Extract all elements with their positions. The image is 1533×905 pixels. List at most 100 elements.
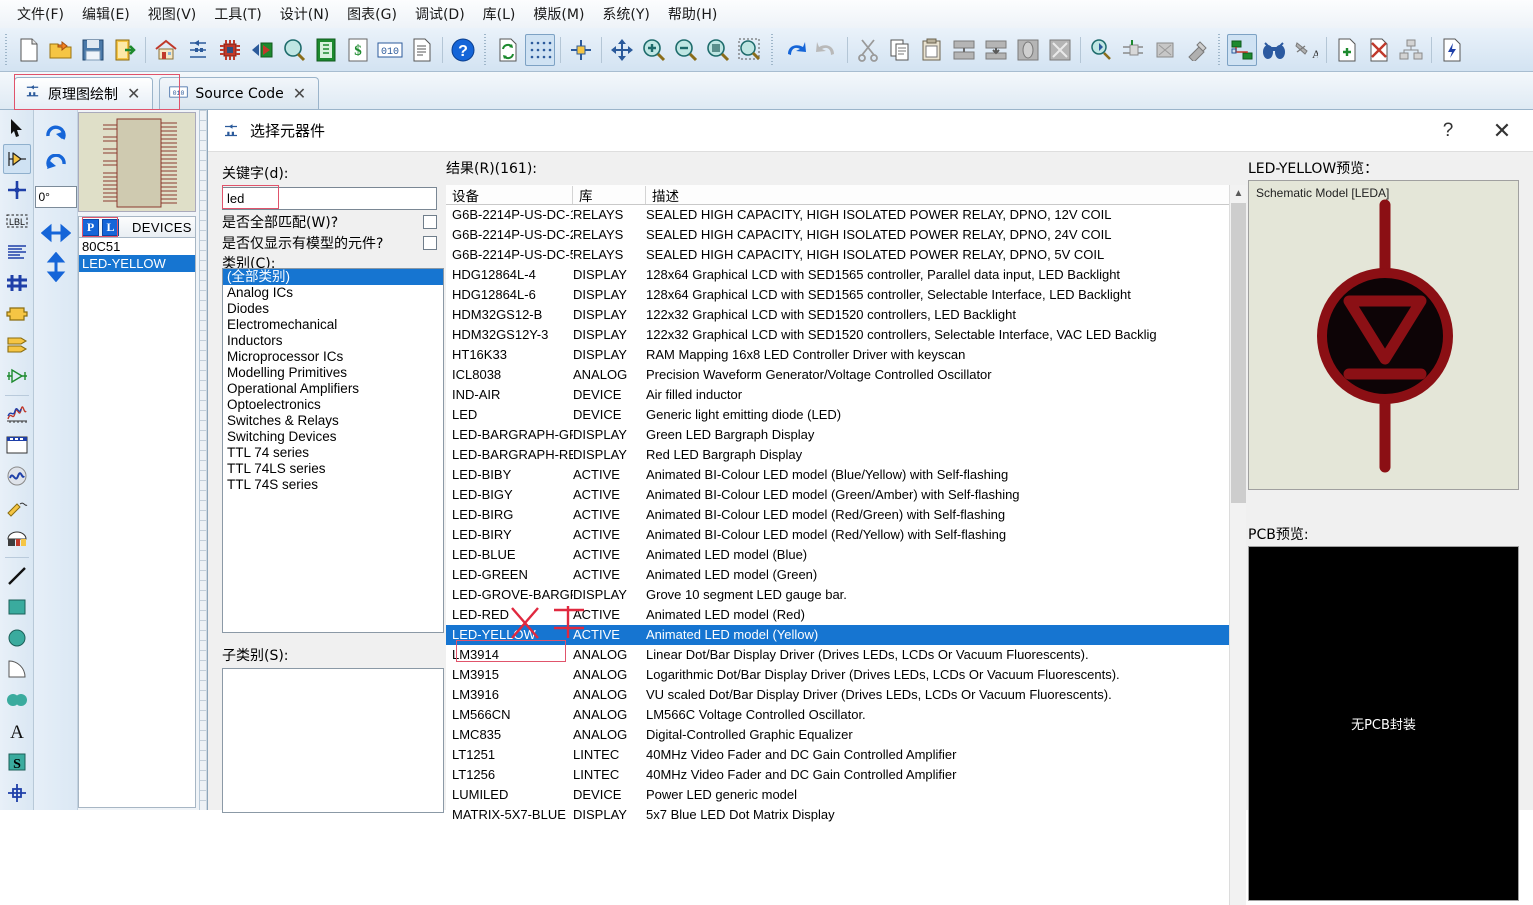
category-item[interactable]: TTL 74LS series	[223, 461, 443, 477]
table-row[interactable]: LED-BIGY ACTIVE Animated BI-Colour LED mod…	[446, 485, 1229, 505]
column-header-description[interactable]: 描述	[646, 185, 679, 205]
table-row[interactable]: HDG12864L-6 DISPLAY 128x64 Graphical LCD w…	[446, 285, 1229, 305]
scrollbar-thumb[interactable]	[1231, 203, 1246, 503]
pan-icon[interactable]	[607, 34, 637, 66]
table-row[interactable]: LT1251 LINTEC 40MHz Video Fader and DC Gai…	[446, 745, 1229, 765]
pick-device-icon[interactable]	[1086, 34, 1116, 66]
component-mode-icon[interactable]	[2, 144, 31, 174]
table-row[interactable]: MATRIX-5X7-BLUE DISPLAY 5x7 Blue LED Dot M…	[446, 805, 1229, 825]
marker-icon[interactable]	[3, 778, 31, 808]
arc-icon[interactable]	[3, 654, 31, 684]
block-rotate-icon[interactable]	[1013, 34, 1043, 66]
select-arrow-icon[interactable]	[3, 113, 31, 143]
menu-view[interactable]: 视图(V)	[139, 1, 206, 27]
back-design-icon[interactable]	[247, 34, 277, 66]
category-item[interactable]: Operational Amplifiers	[223, 381, 443, 397]
sheet-tree-icon[interactable]	[1396, 34, 1426, 66]
table-row[interactable]: LM566CN ANALOG LM566C Voltage Controlled O…	[446, 705, 1229, 725]
menu-library[interactable]: 库(L)	[474, 1, 525, 27]
device-pin-icon[interactable]	[3, 361, 31, 391]
menu-design[interactable]: 设计(N)	[271, 1, 338, 27]
menu-file[interactable]: 文件(F)	[8, 1, 73, 27]
table-row-selected[interactable]: LED-YELLOW ACTIVE Animated LED model (Yell…	[446, 625, 1229, 645]
category-item[interactable]: Analog ICs	[223, 285, 443, 301]
table-row[interactable]: IND-AIR DEVICE Air filled inductor	[446, 385, 1229, 405]
block-delete-icon[interactable]	[1045, 34, 1075, 66]
category-item[interactable]: Electromechanical	[223, 317, 443, 333]
category-item[interactable]: Switching Devices	[223, 429, 443, 445]
menu-help[interactable]: 帮助(H)	[659, 1, 726, 27]
table-row[interactable]: ICL8038 ANALOG Precision Waveform Generato…	[446, 365, 1229, 385]
symbol-icon[interactable]: S	[3, 747, 31, 777]
make-device-icon[interactable]	[1118, 34, 1148, 66]
table-row[interactable]: LM3914 ANALOG Linear Dot/Bar Display Drive…	[446, 645, 1229, 665]
tab-source-code[interactable]: 010 Source Code ✕	[159, 77, 320, 109]
device-list-item[interactable]: LED-YELLOW	[79, 255, 195, 272]
match-whole-checkbox[interactable]	[423, 214, 437, 229]
menu-tools[interactable]: 工具(T)	[205, 1, 270, 27]
table-row[interactable]: LM3916 ANALOG VU scaled Dot/Bar Display Dr…	[446, 685, 1229, 705]
generator-icon[interactable]	[3, 461, 31, 491]
origin-icon[interactable]	[566, 34, 596, 66]
toolbar-grip[interactable]	[1216, 33, 1223, 66]
category-item[interactable]: Modelling Primitives	[223, 365, 443, 381]
paste-icon[interactable]	[917, 34, 947, 66]
mirror-horizontal-icon[interactable]	[38, 216, 74, 250]
home-icon[interactable]	[151, 34, 181, 66]
table-row[interactable]: HDM32GS12-B DISPLAY 122x32 Graphical LCD w…	[446, 305, 1229, 325]
table-row[interactable]: LED-GREEN ACTIVE Animated LED model (Green…	[446, 565, 1229, 585]
bill-materials-icon[interactable]: $	[343, 34, 373, 66]
category-item[interactable]: Switches & Relays	[223, 413, 443, 429]
device-list-item[interactable]: 80C51	[79, 238, 195, 255]
help-button[interactable]: ?	[1426, 110, 1470, 152]
category-item[interactable]: Optoelectronics	[223, 397, 443, 413]
table-row[interactable]: LUMILED DEVICE Power LED generic model	[446, 785, 1229, 805]
toolbar-grip[interactable]	[769, 33, 776, 66]
tab-schematic[interactable]: 原理图绘制 ✕	[14, 77, 154, 109]
auto-annotate-icon[interactable]: A	[1291, 34, 1321, 66]
mirror-vertical-icon[interactable]	[38, 250, 74, 284]
tape-recorder-icon[interactable]	[3, 430, 31, 460]
junction-dot-icon[interactable]	[3, 175, 31, 205]
close-icon[interactable]: ✕	[291, 85, 308, 102]
table-row[interactable]: LM3915 ANALOG Logarithmic Dot/Bar Display …	[446, 665, 1229, 685]
table-row[interactable]: LED-GROVE-BARGRAPHDISPLAY Grove 10 segmen…	[446, 585, 1229, 605]
rotation-angle-input[interactable]	[34, 186, 77, 208]
category-item[interactable]: Inductors	[223, 333, 443, 349]
device-list[interactable]: 80C51 LED-YELLOW	[78, 238, 196, 808]
rotate-counterclockwise-icon[interactable]	[38, 150, 74, 184]
menu-system[interactable]: 系统(Y)	[593, 1, 658, 27]
schematic-icon[interactable]	[183, 34, 213, 66]
menu-graph[interactable]: 图表(G)	[338, 1, 406, 27]
menu-template[interactable]: 模版(M)	[524, 1, 593, 27]
toolbar-grip[interactable]	[3, 33, 10, 66]
table-row[interactable]: LED-BIRG ACTIVE Animated BI-Colour LED mod…	[446, 505, 1229, 525]
table-row[interactable]: HT16K33 DISPLAY RAM Mapping 16x8 LED Contr…	[446, 345, 1229, 365]
new-file-icon[interactable]	[14, 34, 44, 66]
table-row[interactable]: HDG12864L-4 DISPLAY 128x64 Graphical LCD w…	[446, 265, 1229, 285]
menu-edit[interactable]: 编辑(E)	[73, 1, 139, 27]
table-row[interactable]: LED-BARGRAPH-RED DISPLAY Red LED Bargraph …	[446, 445, 1229, 465]
table-row[interactable]: LED DEVICE Generic light emitting diode (L…	[446, 405, 1229, 425]
menu-debug[interactable]: 调试(D)	[406, 1, 474, 27]
zoom-window-icon[interactable]	[735, 34, 765, 66]
zoom-all-icon[interactable]	[703, 34, 733, 66]
table-row[interactable]: HDM32GS12Y-3 DISPLAY 122x32 Graphical LCD …	[446, 325, 1229, 345]
category-item[interactable]: TTL 74S series	[223, 477, 443, 493]
remove-sheet-icon[interactable]	[1364, 34, 1394, 66]
block-copy-icon[interactable]	[949, 34, 979, 66]
probe-icon[interactable]	[3, 492, 31, 522]
table-row[interactable]: LED-BIBY ACTIVE Animated BI-Colour LED mod…	[446, 465, 1229, 485]
column-header-device[interactable]: 设备	[446, 185, 572, 205]
subcategory-list[interactable]	[222, 668, 444, 813]
table-row[interactable]: G6B-2214P-US-DC-12 RELAYS SEALED HIGH CAPA…	[446, 205, 1229, 225]
zoom-out-icon[interactable]	[671, 34, 701, 66]
close-icon[interactable]: ✕	[1480, 110, 1524, 152]
bus-icon[interactable]	[3, 268, 31, 298]
table-row[interactable]: LED-BLUE ACTIVE Animated LED model (Blue)	[446, 545, 1229, 565]
energy-icon[interactable]	[1437, 34, 1467, 66]
cut-icon[interactable]	[853, 34, 883, 66]
category-item[interactable]: (全部类别)	[223, 269, 443, 285]
table-row[interactable]: LED-RED ACTIVE Animated LED model (Red)	[446, 605, 1229, 625]
text-icon[interactable]: A	[3, 716, 31, 746]
